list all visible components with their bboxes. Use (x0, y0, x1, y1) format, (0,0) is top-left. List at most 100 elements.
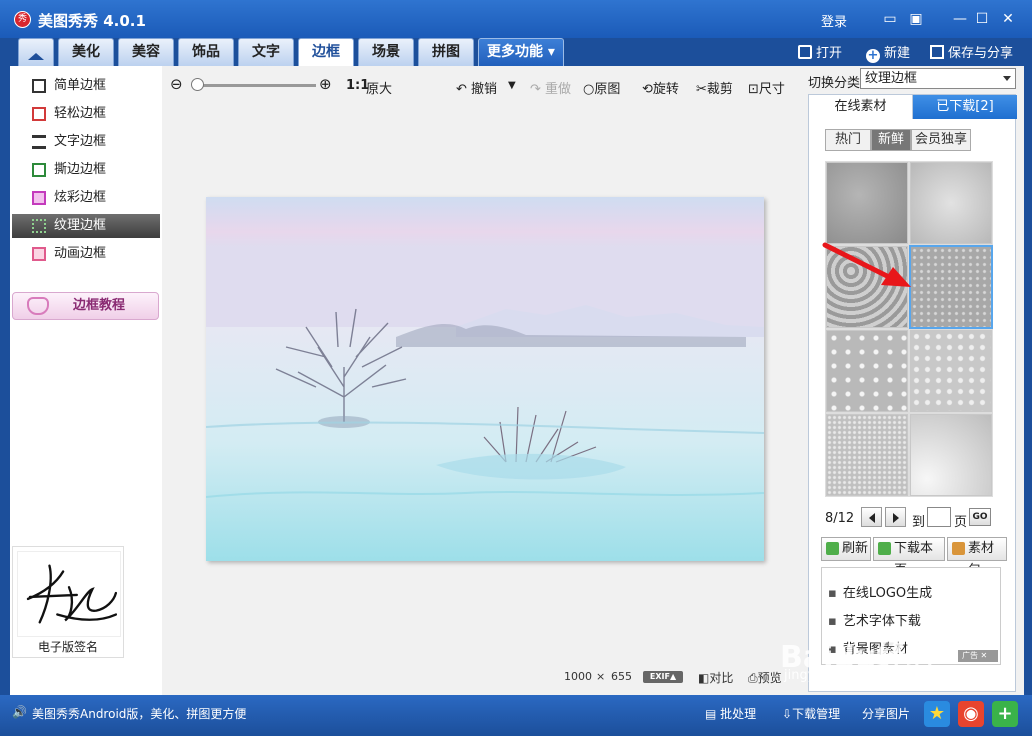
subtab-new[interactable]: 新鲜 (871, 129, 911, 151)
tab-text[interactable]: 文字 (238, 38, 294, 66)
category-label: 切换分类 (808, 76, 861, 91)
thumbnail-1[interactable] (826, 162, 908, 244)
thumbnail-7[interactable] (826, 414, 908, 496)
sidebar-item-simple-border[interactable]: 简单边框 (12, 74, 160, 98)
crop-button[interactable]: ✂裁剪 (696, 78, 733, 97)
sidebar-item-easy-border[interactable]: 轻松边框 (12, 102, 160, 126)
page-number-input[interactable] (927, 507, 951, 527)
rotate-icon: ⟲ (642, 82, 653, 97)
link-online-logo[interactable]: 在线LOGO生成 (828, 582, 932, 601)
tab-more-features[interactable]: 更多功能 ▾ (478, 38, 564, 66)
preview-button[interactable]: ⎙预览 (748, 669, 782, 686)
zoom-out-icon[interactable]: ⊖ (170, 75, 183, 93)
speaker-icon: 🔊 (12, 705, 27, 719)
tab-accessories[interactable]: 饰品 (178, 38, 234, 66)
rotate-button[interactable]: ⟲旋转 (642, 78, 679, 97)
maximize-icon[interactable]: ☐ (972, 10, 992, 28)
square-icon (32, 79, 46, 93)
open-button[interactable]: 打开 (798, 42, 842, 61)
thumbnail-4-selected[interactable] (909, 245, 993, 329)
zoom-slider-track[interactable] (196, 84, 316, 87)
undo-dropdown-icon[interactable]: ▼ (508, 80, 516, 91)
thumbnail-2[interactable] (910, 162, 992, 244)
main-area: 简单边框 轻松边框 文字边框 撕边边框 炫彩边框 纹理边框 动画边框 边框教程 … (10, 66, 1024, 695)
zoom-slider-thumb[interactable] (191, 78, 204, 91)
baidu-watermark-url: jingyan.baidu.com (784, 668, 904, 683)
preview-icon: ⎙ (748, 671, 758, 685)
tab-collage[interactable]: 拼图 (418, 38, 474, 66)
original-size-button[interactable]: 原大 (366, 78, 392, 97)
close-icon[interactable]: ✕ (998, 10, 1018, 28)
link-art-font[interactable]: 艺术字体下载 (828, 610, 921, 629)
tab-online-materials[interactable]: 在线素材 (809, 95, 913, 119)
plus-circle-icon: + (866, 48, 880, 63)
torn-frame-icon (32, 163, 46, 177)
subtab-members-only[interactable]: 会员独享 (911, 129, 971, 151)
batch-process-button[interactable]: ▤ 批处理 (705, 705, 756, 722)
sidebar-item-texture-border[interactable]: 纹理边框 (12, 214, 160, 238)
exif-button[interactable]: EXIF▲ (643, 671, 683, 683)
tab-scene[interactable]: 场景 (358, 38, 414, 66)
refresh-icon (826, 542, 839, 555)
resize-button[interactable]: ⊡尺寸 (748, 78, 785, 97)
new-button[interactable]: + 新建 (866, 42, 910, 63)
download-manager-button[interactable]: ⇩下载管理 (782, 705, 840, 722)
category-select[interactable]: 纹理边框 (860, 68, 1016, 89)
zoom-in-icon[interactable]: ⊕ (319, 75, 332, 93)
original-image-button[interactable]: ○原图 (583, 78, 620, 97)
thumbnail-5[interactable] (826, 330, 908, 412)
signature-image (17, 551, 121, 637)
sidebar-item-torn-border[interactable]: 撕边边框 (12, 158, 160, 182)
subtab-popular[interactable]: 热门 (825, 129, 871, 151)
e-signature-widget[interactable]: 电子版签名 (12, 546, 124, 658)
redo-icon: ↷ (530, 82, 541, 97)
download-page-button[interactable]: 下载本页 (873, 537, 945, 578)
material-pack-button[interactable]: 素材包 (947, 537, 1007, 578)
package-icon (952, 542, 965, 555)
image-height-value: 655 (611, 670, 632, 683)
login-link[interactable]: 登录 (821, 11, 847, 30)
compare-button[interactable]: ◧对比 (698, 669, 733, 686)
page-indicator: 8/12 (825, 511, 855, 526)
image-width-value: 1000 (564, 670, 592, 683)
scissors-icon: ✂ (696, 82, 707, 97)
menu-icon[interactable]: ▣ (906, 10, 926, 28)
undo-button[interactable]: ↶ 撤销 (456, 78, 497, 97)
sidebar-item-colorful-border[interactable]: 炫彩边框 (12, 186, 160, 210)
signature-label: 电子版签名 (37, 640, 98, 654)
tab-beautify[interactable]: 美化 (58, 38, 114, 66)
download-manager-icon: ⇩ (782, 707, 793, 721)
tab-downloaded[interactable]: 已下载[2] (913, 95, 1017, 119)
weibo-icon[interactable]: ◉ (958, 701, 984, 727)
colorful-frame-icon (32, 191, 46, 205)
texture-frame-icon (32, 219, 46, 233)
feedback-icon[interactable]: ▭ (880, 10, 900, 28)
edited-photo[interactable] (206, 197, 764, 561)
star-icon[interactable]: ★ (924, 701, 950, 727)
thumbnail-6[interactable] (910, 330, 992, 412)
minimize-icon[interactable]: — (950, 10, 970, 28)
add-plus-icon[interactable]: + (992, 701, 1018, 727)
text-frame-icon (32, 135, 46, 149)
page-label: 页 (954, 515, 968, 530)
android-promo-link[interactable]: 美图秀秀Android版，美化、拼图更方便 (32, 705, 246, 722)
save-share-button[interactable]: 保存与分享 (930, 42, 1013, 61)
ad-close-tag[interactable]: 广告 ✕ (958, 650, 998, 662)
dimension-separator: × (596, 670, 606, 683)
sidebar-item-animated-border[interactable]: 动画边框 (12, 242, 160, 266)
triangle-left-icon (868, 513, 875, 523)
dropdown-arrow-icon (1003, 76, 1011, 81)
next-page-button[interactable] (885, 507, 906, 527)
sidebar-item-text-border[interactable]: 文字边框 (12, 130, 160, 154)
go-button[interactable]: GO (969, 508, 991, 526)
prev-page-button[interactable] (861, 507, 882, 527)
frame-icon (32, 107, 46, 121)
border-tutorial-button[interactable]: 边框教程 (12, 292, 159, 320)
thumbnail-8[interactable] (910, 414, 992, 496)
tab-beauty[interactable]: 美容 (118, 38, 174, 66)
redo-button: ↷ 重做 (530, 82, 572, 97)
share-image-button[interactable]: 分享图片 (862, 705, 910, 722)
tab-home[interactable] (18, 38, 54, 76)
refresh-button[interactable]: 刷新 (821, 537, 871, 561)
tab-border[interactable]: 边框 (298, 38, 354, 68)
